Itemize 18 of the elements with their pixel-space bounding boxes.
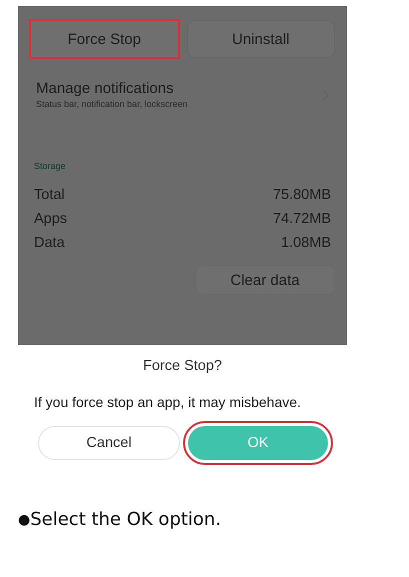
bullet-icon: ● xyxy=(18,512,30,528)
dialog-button[interactable]: OK xyxy=(188,426,328,460)
section-heading: Storage xyxy=(34,161,67,171)
dialog-title: Force Stop? xyxy=(143,358,222,374)
storage-value: 74.72MB xyxy=(272,211,331,227)
storage-value: 75.80MB xyxy=(272,187,331,203)
dialog-message: If you force stop an app, it may misbehave. xyxy=(34,394,301,410)
storage-label: Apps xyxy=(34,211,68,227)
clear-data-button[interactable]: Clear data xyxy=(195,265,335,295)
storage-label: Data xyxy=(34,235,65,251)
storage-label: Total xyxy=(34,187,65,203)
action-button[interactable]: Force Stop xyxy=(30,20,178,58)
action-button[interactable]: Uninstall xyxy=(186,20,335,58)
setting-title[interactable]: Manage notifications xyxy=(36,80,188,97)
caption-text: Select the OK option. xyxy=(30,509,222,530)
setting-subtitle: Status bar, notification bar, lockscreen xyxy=(36,99,188,109)
storage-value: 1.08MB xyxy=(281,235,331,251)
dialog-button[interactable]: Cancel xyxy=(38,426,180,460)
